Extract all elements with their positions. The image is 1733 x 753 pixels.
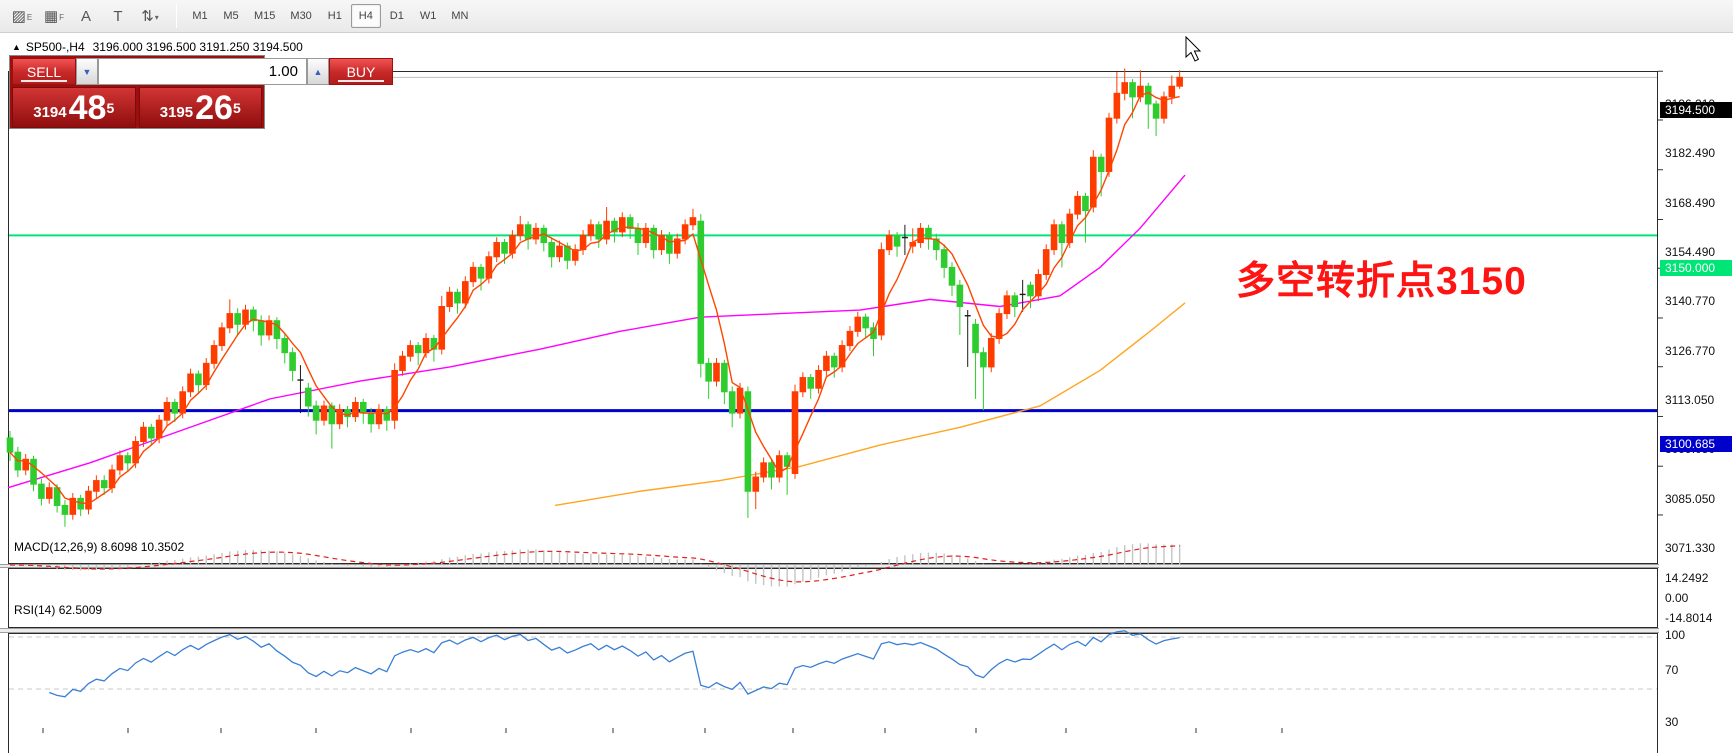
sell-button[interactable]: SELL	[12, 58, 76, 85]
buy-price-quote[interactable]: 3195 26 5	[139, 87, 263, 128]
timeframe-m1-button[interactable]: M1	[185, 4, 215, 28]
rsi-tick: 30	[1665, 715, 1678, 729]
timeframe-h4-button[interactable]: H4	[351, 4, 381, 28]
price-tick: 3113.050	[1665, 393, 1714, 407]
current-price-label: 3194.500	[1660, 102, 1732, 118]
one-click-trade-panel: SELL ▼ ▲ BUY 3194 48 5 3195 26 5	[9, 55, 265, 129]
buy-price-main: 3195	[160, 102, 193, 124]
price-tick: 3168.490	[1665, 196, 1715, 210]
rsi-plot	[8, 633, 1658, 753]
timeframe-d1-button[interactable]: D1	[382, 4, 412, 28]
chart-annotation-text: 多空转折点3150	[1236, 250, 1527, 306]
price-tick: 3085.050	[1665, 492, 1715, 506]
level-price-label: 3150.000	[1660, 260, 1732, 276]
buy-price-pips: 26	[195, 92, 233, 124]
timeframe-w1-button[interactable]: W1	[413, 4, 444, 28]
price-tick: 3140.770	[1665, 294, 1715, 308]
collapse-triangle-icon[interactable]: ▲	[12, 42, 21, 52]
buy-price-fraction: 5	[233, 88, 241, 128]
timeframe-mn-button[interactable]: MN	[444, 4, 475, 28]
rsi-tick: 100	[1665, 628, 1685, 642]
text-box-tool-icon[interactable]: T	[102, 3, 134, 29]
chart-area: 3196.2103182.4903168.4903154.4903140.770…	[0, 33, 1733, 753]
timeframe-h1-button[interactable]: H1	[320, 4, 350, 28]
grid-tool-icon[interactable]: ▦F	[38, 3, 70, 29]
chart-tools-tool-icon[interactable]: ▨E	[6, 3, 38, 29]
sell-price-pips: 48	[69, 92, 107, 124]
rsi-tick: 70	[1665, 663, 1678, 677]
symbol-period-label: SP500-,H4	[26, 40, 85, 54]
price-tick: 3154.490	[1665, 245, 1715, 259]
mt4-chart-window: ▨E▦FAT⇅▾ M1M5M15M30H1H4D1W1MN 3196.21031…	[0, 0, 1733, 753]
timeframe-m15-button[interactable]: M15	[247, 4, 282, 28]
macd-tick: -14.8014	[1665, 611, 1712, 625]
volume-input[interactable]	[98, 58, 307, 85]
toolbar-separator	[176, 4, 177, 28]
sell-price-fraction: 5	[106, 88, 114, 128]
toolbar: ▨E▦FAT⇅▾ M1M5M15M30H1H4D1W1MN	[0, 0, 1733, 33]
macd-label: MACD(12,26,9) 8.6098 10.3502	[14, 540, 184, 554]
timeframe-m30-button[interactable]: M30	[283, 4, 318, 28]
timeframe-buttons: M1M5M15M30H1H4D1W1MN	[185, 4, 476, 28]
volume-decrease-button[interactable]: ▼	[76, 58, 98, 85]
price-axis: 3196.2103182.4903168.4903154.4903140.770…	[1659, 71, 1733, 753]
price-tick: 3071.330	[1665, 541, 1715, 555]
level-price-label: 3100.685	[1660, 436, 1732, 452]
price-tick: 3182.490	[1665, 146, 1715, 160]
macd-tick: 14.2492	[1665, 571, 1708, 585]
macd-plot	[8, 568, 1658, 628]
arrange-tool-icon[interactable]: ⇅▾	[134, 3, 166, 29]
ohlc-values: 3196.000 3196.500 3191.250 3194.500	[93, 40, 303, 54]
timeframe-m5-button[interactable]: M5	[216, 4, 246, 28]
price-tick: 3126.770	[1665, 344, 1715, 358]
rsi-value: 62.5009	[59, 603, 102, 617]
main-price-plot	[8, 71, 1658, 564]
sell-price-main: 3194	[33, 102, 66, 124]
toolbar-tool-buttons: ▨E▦FAT⇅▾	[6, 3, 166, 29]
macd-tick: 0.00	[1665, 591, 1688, 605]
sell-price-quote[interactable]: 3194 48 5	[12, 87, 136, 128]
text-label-tool-icon[interactable]: A	[70, 3, 102, 29]
macd-values: 8.6098 10.3502	[101, 540, 184, 554]
chart-title: ▲ SP500-,H4 3196.000 3196.500 3191.250 319…	[12, 40, 303, 54]
rsi-label: RSI(14) 62.5009	[14, 603, 102, 617]
volume-increase-button[interactable]: ▲	[307, 58, 329, 85]
buy-button[interactable]: BUY	[329, 58, 393, 85]
